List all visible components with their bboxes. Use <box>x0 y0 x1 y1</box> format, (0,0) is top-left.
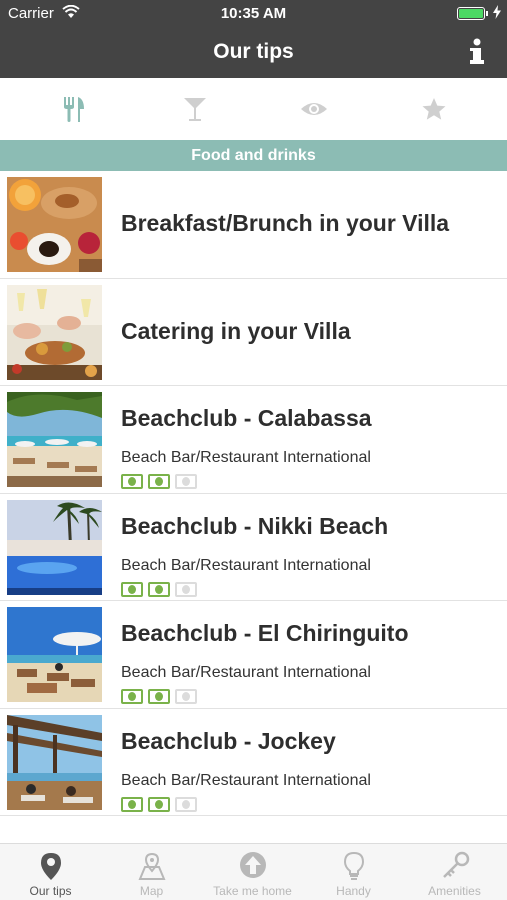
breakfast-photo <box>7 177 102 272</box>
money-icon <box>121 796 143 812</box>
tab-amenities[interactable]: Amenities <box>404 844 505 900</box>
money-icon <box>175 474 197 489</box>
item-subtitle: Beach Bar/Restaurant International <box>121 664 371 681</box>
list-item[interactable]: Breakfast/Brunch in your Villa <box>0 171 507 279</box>
price-rating <box>121 581 197 598</box>
tab-map[interactable]: Map <box>101 844 202 900</box>
charging-icon <box>493 5 501 23</box>
beachclub-photo <box>7 607 102 702</box>
lightbulb-icon <box>339 851 369 881</box>
money-icon <box>121 689 143 704</box>
fork-knife-icon[interactable] <box>59 95 89 123</box>
money-icon <box>148 796 170 812</box>
home-arrow-icon <box>238 851 268 881</box>
tab-label: Handy <box>336 884 371 898</box>
key-icon <box>440 851 470 881</box>
category-bar <box>0 78 507 140</box>
list-item[interactable]: Beachclub - Jockey Beach Bar/Restaurant … <box>0 708 507 816</box>
map-icon <box>137 851 167 881</box>
tab-handy[interactable]: Handy <box>303 844 404 900</box>
beachclub-photo <box>7 714 102 810</box>
battery-icon <box>457 7 488 20</box>
list-item[interactable]: Beachclub - Calabassa Beach Bar/Restaura… <box>0 386 507 494</box>
catering-photo <box>7 284 102 380</box>
money-icon <box>148 581 170 597</box>
info-icon[interactable] <box>467 38 487 66</box>
page-title: Our tips <box>213 40 294 63</box>
tab-label: Map <box>139 884 164 898</box>
price-rating <box>121 474 197 490</box>
star-icon[interactable] <box>419 95 449 123</box>
tab-label: Take me home <box>213 884 292 898</box>
list-item[interactable]: Beachclub - El Chiringuito Beach Bar/Res… <box>0 601 507 709</box>
item-title: Breakfast/Brunch in your Villa <box>121 210 450 236</box>
tab-take-me-home[interactable]: Take me home <box>202 844 303 900</box>
tab-label: Amenities <box>428 884 481 898</box>
item-title: Catering in your Villa <box>121 317 351 344</box>
item-title: Beachclub - Calabassa <box>121 405 372 431</box>
tab-label: Our tips <box>29 884 72 898</box>
item-title: Beachclub - El Chiringuito <box>121 620 409 646</box>
list-item[interactable]: Catering in your Villa <box>0 278 507 386</box>
tab-our-tips[interactable]: Our tips <box>0 844 101 900</box>
location-pin-icon <box>36 851 66 881</box>
item-title: Beachclub - Nikki Beach <box>121 512 389 539</box>
list-item[interactable]: Beachclub - Nikki Beach Beach Bar/Restau… <box>0 493 507 601</box>
money-icon <box>121 474 143 489</box>
tips-list: Breakfast/Brunch in your Villa Catering … <box>0 171 507 816</box>
money-icon <box>148 689 170 704</box>
price-rating <box>121 689 197 705</box>
money-icon <box>175 689 197 704</box>
cocktail-icon[interactable] <box>180 95 210 123</box>
status-bar: Carrier 10:35 AM <box>0 0 507 28</box>
item-title: Beachclub - Jockey <box>121 727 336 754</box>
money-icon <box>175 796 197 812</box>
beachclub-photo <box>7 392 102 487</box>
money-icon <box>175 581 197 597</box>
tab-bar: Our tips Map Take me home Handy Amenitie… <box>0 843 507 900</box>
nav-bar: Our tips <box>0 28 507 78</box>
eye-icon[interactable] <box>299 95 329 123</box>
item-subtitle: Beach Bar/Restaurant International <box>121 556 371 574</box>
price-rating <box>121 796 197 813</box>
item-subtitle: Beach Bar/Restaurant International <box>121 449 371 466</box>
beachclub-photo <box>7 499 102 595</box>
item-subtitle: Beach Bar/Restaurant International <box>121 771 371 789</box>
clock: 10:35 AM <box>220 5 287 22</box>
money-icon <box>121 581 143 597</box>
money-icon <box>148 474 170 489</box>
section-header: Food and drinks <box>0 140 507 171</box>
